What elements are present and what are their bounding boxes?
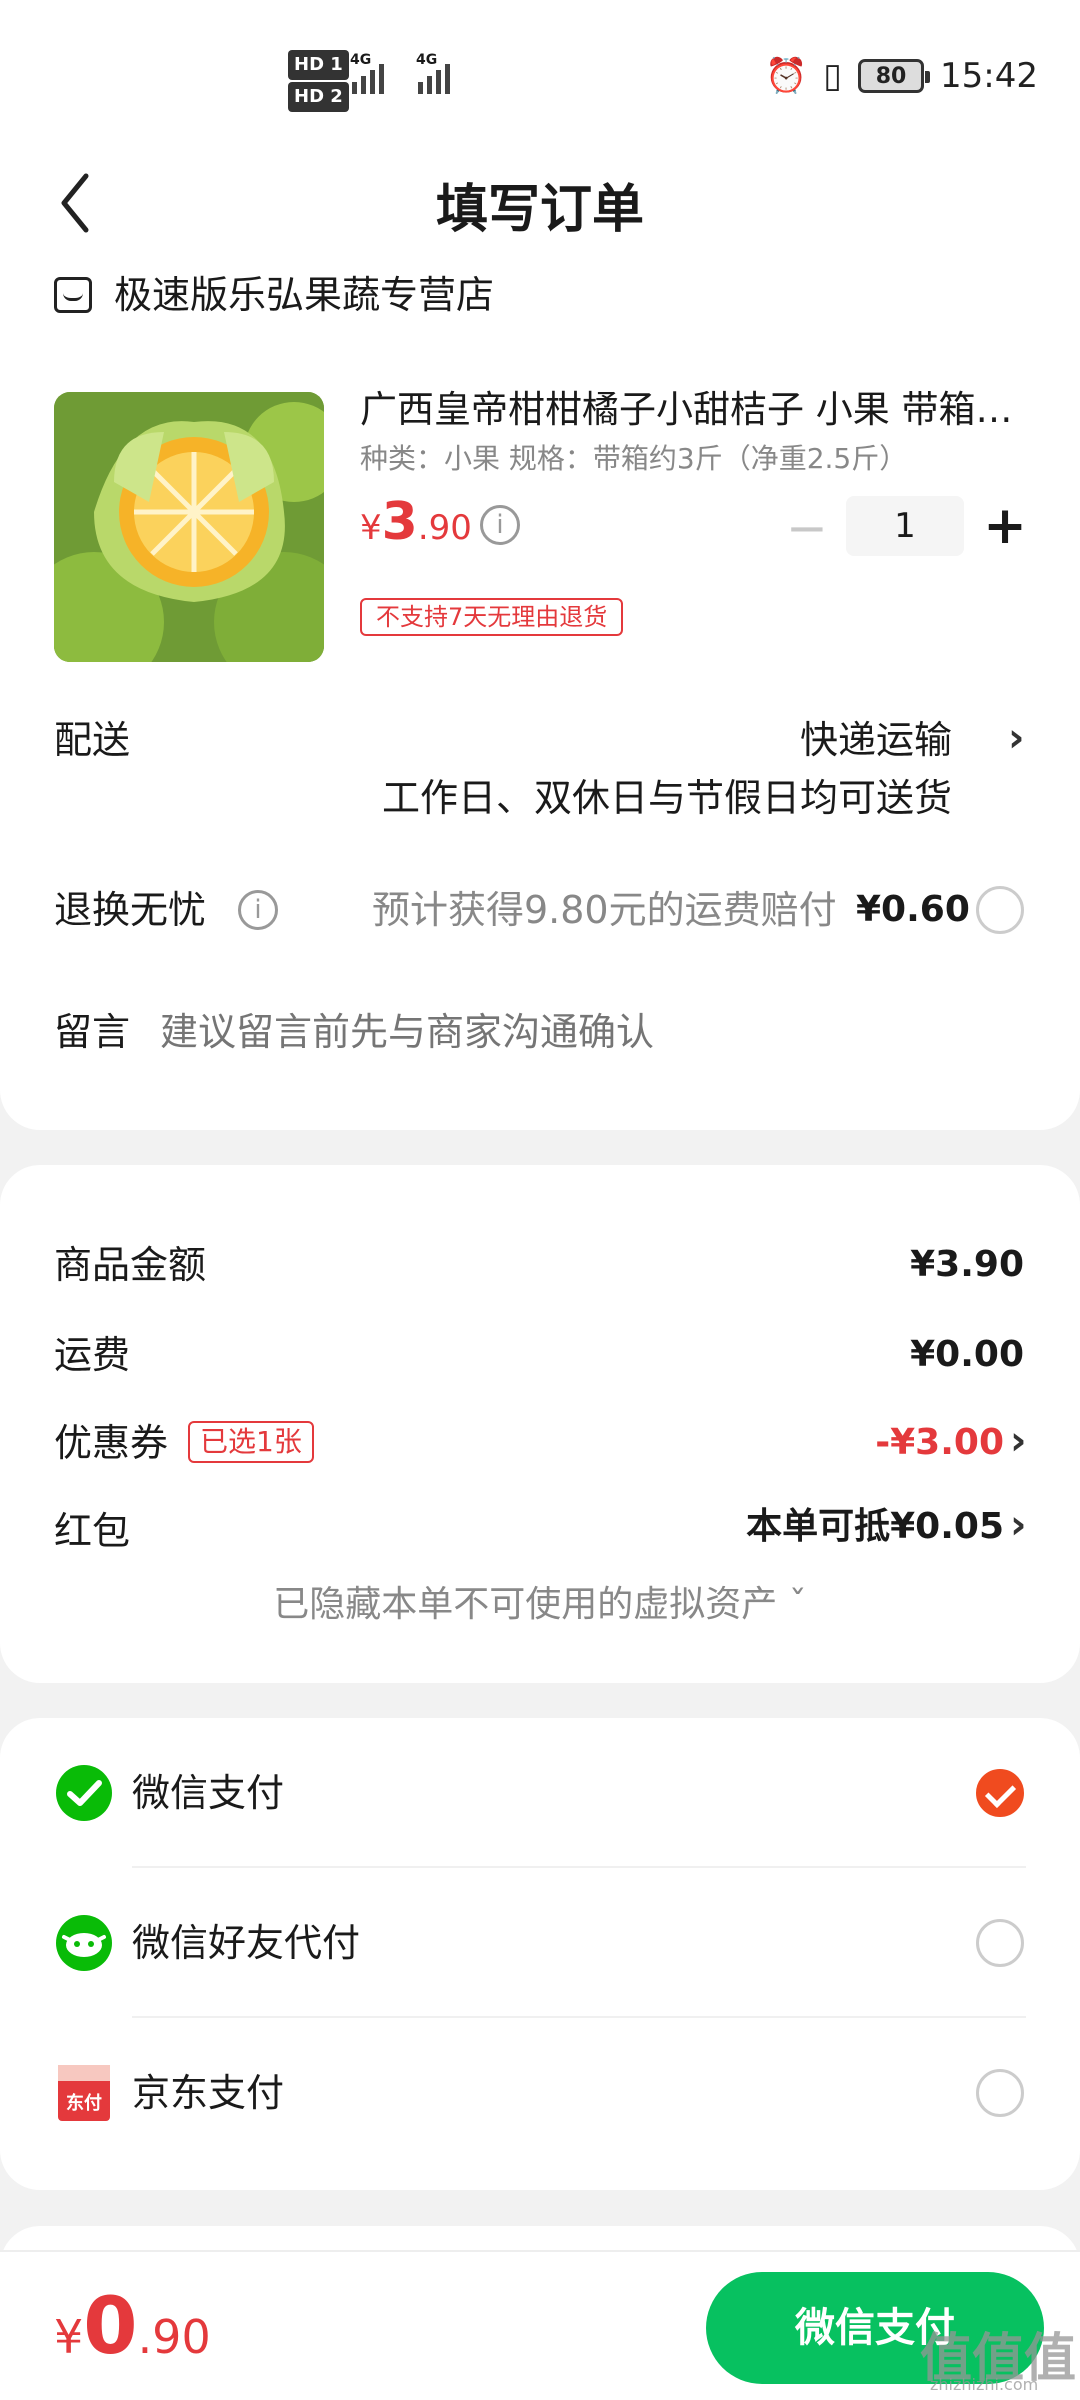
worry-free-description: 预计获得9.80元的运费赔付 xyxy=(372,888,837,932)
payment-radio[interactable] xyxy=(976,1919,1024,1967)
payment-label: 微信支付 xyxy=(132,1771,285,1815)
coupon-selected-tag: 已选1张 xyxy=(188,1421,314,1463)
delivery-method[interactable]: 快递运输 xyxy=(800,710,952,770)
status-bar: HD 1 HD 2 4G 4G ⏰ ▯ 80 15:42 xyxy=(0,0,1080,150)
shipping-value: ¥0.00 xyxy=(910,1334,1024,1375)
worry-free-radio[interactable] xyxy=(976,886,1024,934)
payment-methods-card: 微信支付 微信好友代付 东付 京东支付 xyxy=(0,1718,1080,2190)
battery-icon: 80 xyxy=(858,59,931,93)
checkout-bar: ¥ 0 .90 微信支付 xyxy=(0,2250,1080,2400)
payment-option-friend[interactable]: 微信好友代付 xyxy=(0,1868,1080,2018)
payment-label: 京东支付 xyxy=(132,2071,285,2115)
total-price: ¥ 0 .90 xyxy=(54,2282,211,2372)
signal-icon-2: 4G xyxy=(416,52,450,94)
quantity-plus-button[interactable]: + xyxy=(980,496,1030,556)
page-title: 填写订单 xyxy=(435,180,644,240)
store-icon xyxy=(54,277,92,313)
product-image[interactable] xyxy=(54,392,324,662)
jd-icon-text: 东付 xyxy=(66,2092,102,2114)
battery-level: 80 xyxy=(875,63,907,89)
worry-free-info-icon[interactable]: i xyxy=(238,890,278,930)
coupon-chevron-icon[interactable]: › xyxy=(1010,1411,1026,1471)
hidden-assets-toggle[interactable]: 已隐藏本单不可使用的虚拟资产 ˇ xyxy=(0,1575,1080,1635)
payment-radio-checked[interactable] xyxy=(976,1769,1024,1817)
jd-pay-icon: 东付 xyxy=(54,2063,114,2123)
shipping-label: 运费 xyxy=(54,1333,131,1377)
store-row[interactable]: 极速版乐弘果蔬专营店 xyxy=(54,270,494,320)
hd2-badge: HD 2 xyxy=(288,82,349,112)
hd-indicators: HD 1 HD 2 xyxy=(288,50,349,114)
price-integer: 3 xyxy=(381,492,418,552)
hd1-badge: HD 1 xyxy=(288,50,349,80)
order-card: 极速版乐弘果蔬专营店 广西皇帝柑柑橘子小甜桔子 小果 带箱约3斤（净重2.5斤）… xyxy=(0,270,1080,1130)
product-price: ¥ 3 .90 xyxy=(360,492,472,562)
network-type-1: 4G xyxy=(350,52,372,68)
signal-icon-1: 4G xyxy=(350,52,384,94)
product-title[interactable]: 广西皇帝柑柑橘子小甜桔子 小果 带箱约3斤（净重2.5斤） xyxy=(360,382,1020,438)
price-symbol: ¥ xyxy=(360,508,382,548)
watermark-url: zhizhizhi.com xyxy=(930,2375,1039,2394)
payment-label: 微信好友代付 xyxy=(132,1921,361,1965)
coupon-value[interactable]: -¥3.00 xyxy=(875,1413,1004,1473)
store-name: 极速版乐弘果蔬专营店 xyxy=(114,273,495,317)
payment-option-wechat[interactable]: 微信支付 xyxy=(0,1718,1080,1868)
worry-free-price: ¥0.60 xyxy=(856,889,970,930)
redpacket-chevron-icon[interactable]: › xyxy=(1010,1495,1026,1555)
wechat-pay-icon xyxy=(54,1763,114,1823)
wechat-friend-pay-icon xyxy=(54,1913,114,1973)
message-input[interactable] xyxy=(160,1002,1020,1062)
return-policy-tag: 不支持7天无理由退货 xyxy=(360,598,624,636)
total-symbol: ¥ xyxy=(54,2310,84,2364)
product-spec: 种类：小果 规格：带箱约3斤（净重2.5斤） xyxy=(360,442,908,475)
coupon-label: 优惠券 xyxy=(54,1421,169,1465)
total-decimal: .90 xyxy=(137,2310,211,2364)
total-integer: 0 xyxy=(83,2282,138,2372)
redpacket-label: 红包 xyxy=(54,1509,131,1553)
delivery-label: 配送 xyxy=(54,718,131,762)
delivery-chevron-icon[interactable]: › xyxy=(1008,708,1024,768)
price-decimal: .90 xyxy=(417,508,472,548)
clock: 15:42 xyxy=(940,56,1038,96)
quantity-minus-button[interactable]: − xyxy=(786,503,828,553)
fee-summary-card: 商品金额 ¥3.90 运费 ¥0.00 优惠券 已选1张 -¥3.00 › 红包… xyxy=(0,1165,1080,1683)
vibrate-icon: ▯ xyxy=(823,56,843,96)
message-label: 留言 xyxy=(54,1010,131,1054)
header: 填写订单 xyxy=(0,150,1080,270)
network-type-2: 4G xyxy=(416,52,438,68)
goods-amount-label: 商品金额 xyxy=(54,1243,207,1287)
price-info-icon[interactable]: i xyxy=(480,505,520,545)
payment-radio[interactable] xyxy=(976,2069,1024,2117)
redpacket-value[interactable]: 本单可抵¥0.05 xyxy=(746,1497,1004,1557)
worry-free-label: 退换无忧 xyxy=(54,888,207,932)
quantity-value[interactable]: 1 xyxy=(846,496,964,556)
status-right: ⏰ ▯ 80 15:42 xyxy=(765,56,1038,96)
goods-amount-value: ¥3.90 xyxy=(910,1244,1024,1285)
delivery-note: 工作日、双休日与节假日均可送货 xyxy=(381,776,952,820)
alarm-icon: ⏰ xyxy=(764,56,808,96)
payment-option-jd[interactable]: 东付 京东支付 xyxy=(0,2018,1080,2168)
